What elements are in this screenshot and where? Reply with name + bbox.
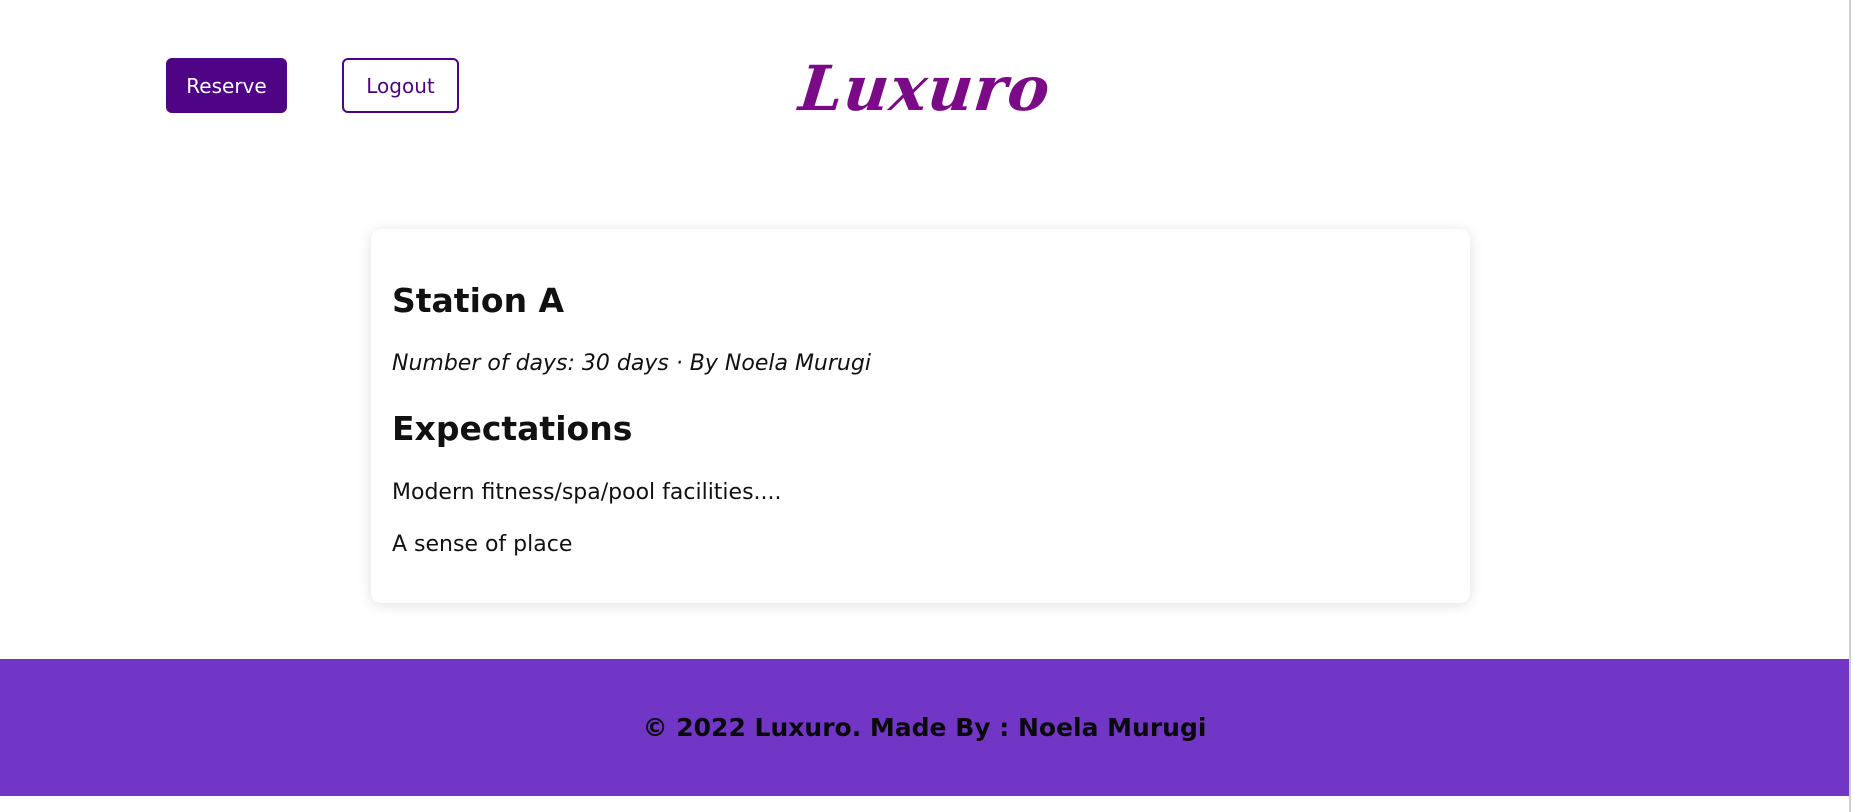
expectation-item: Modern fitness/spa/pool facilities.... [392, 480, 782, 505]
page: Reserve Logout Luxuro Station A Number o… [0, 0, 1853, 812]
footer: © 2022 Luxuro. Made By : Noela Murugi [0, 659, 1849, 796]
reserve-button[interactable]: Reserve [166, 58, 287, 113]
station-card: Station A Number of days: 30 days · By N… [371, 229, 1470, 603]
station-title: Station A [392, 281, 565, 320]
footer-copyright: © 2022 Luxuro. Made By : Noela Murugi [642, 713, 1207, 742]
expectations-heading: Expectations [392, 409, 633, 448]
brand-logo[interactable]: Luxuro [786, 48, 1064, 128]
station-meta: Number of days: 30 days · By Noela Murug… [392, 351, 871, 376]
scrollbar-edge [1849, 0, 1851, 812]
expectation-item: A sense of place [392, 532, 573, 557]
logout-button[interactable]: Logout [342, 58, 459, 113]
